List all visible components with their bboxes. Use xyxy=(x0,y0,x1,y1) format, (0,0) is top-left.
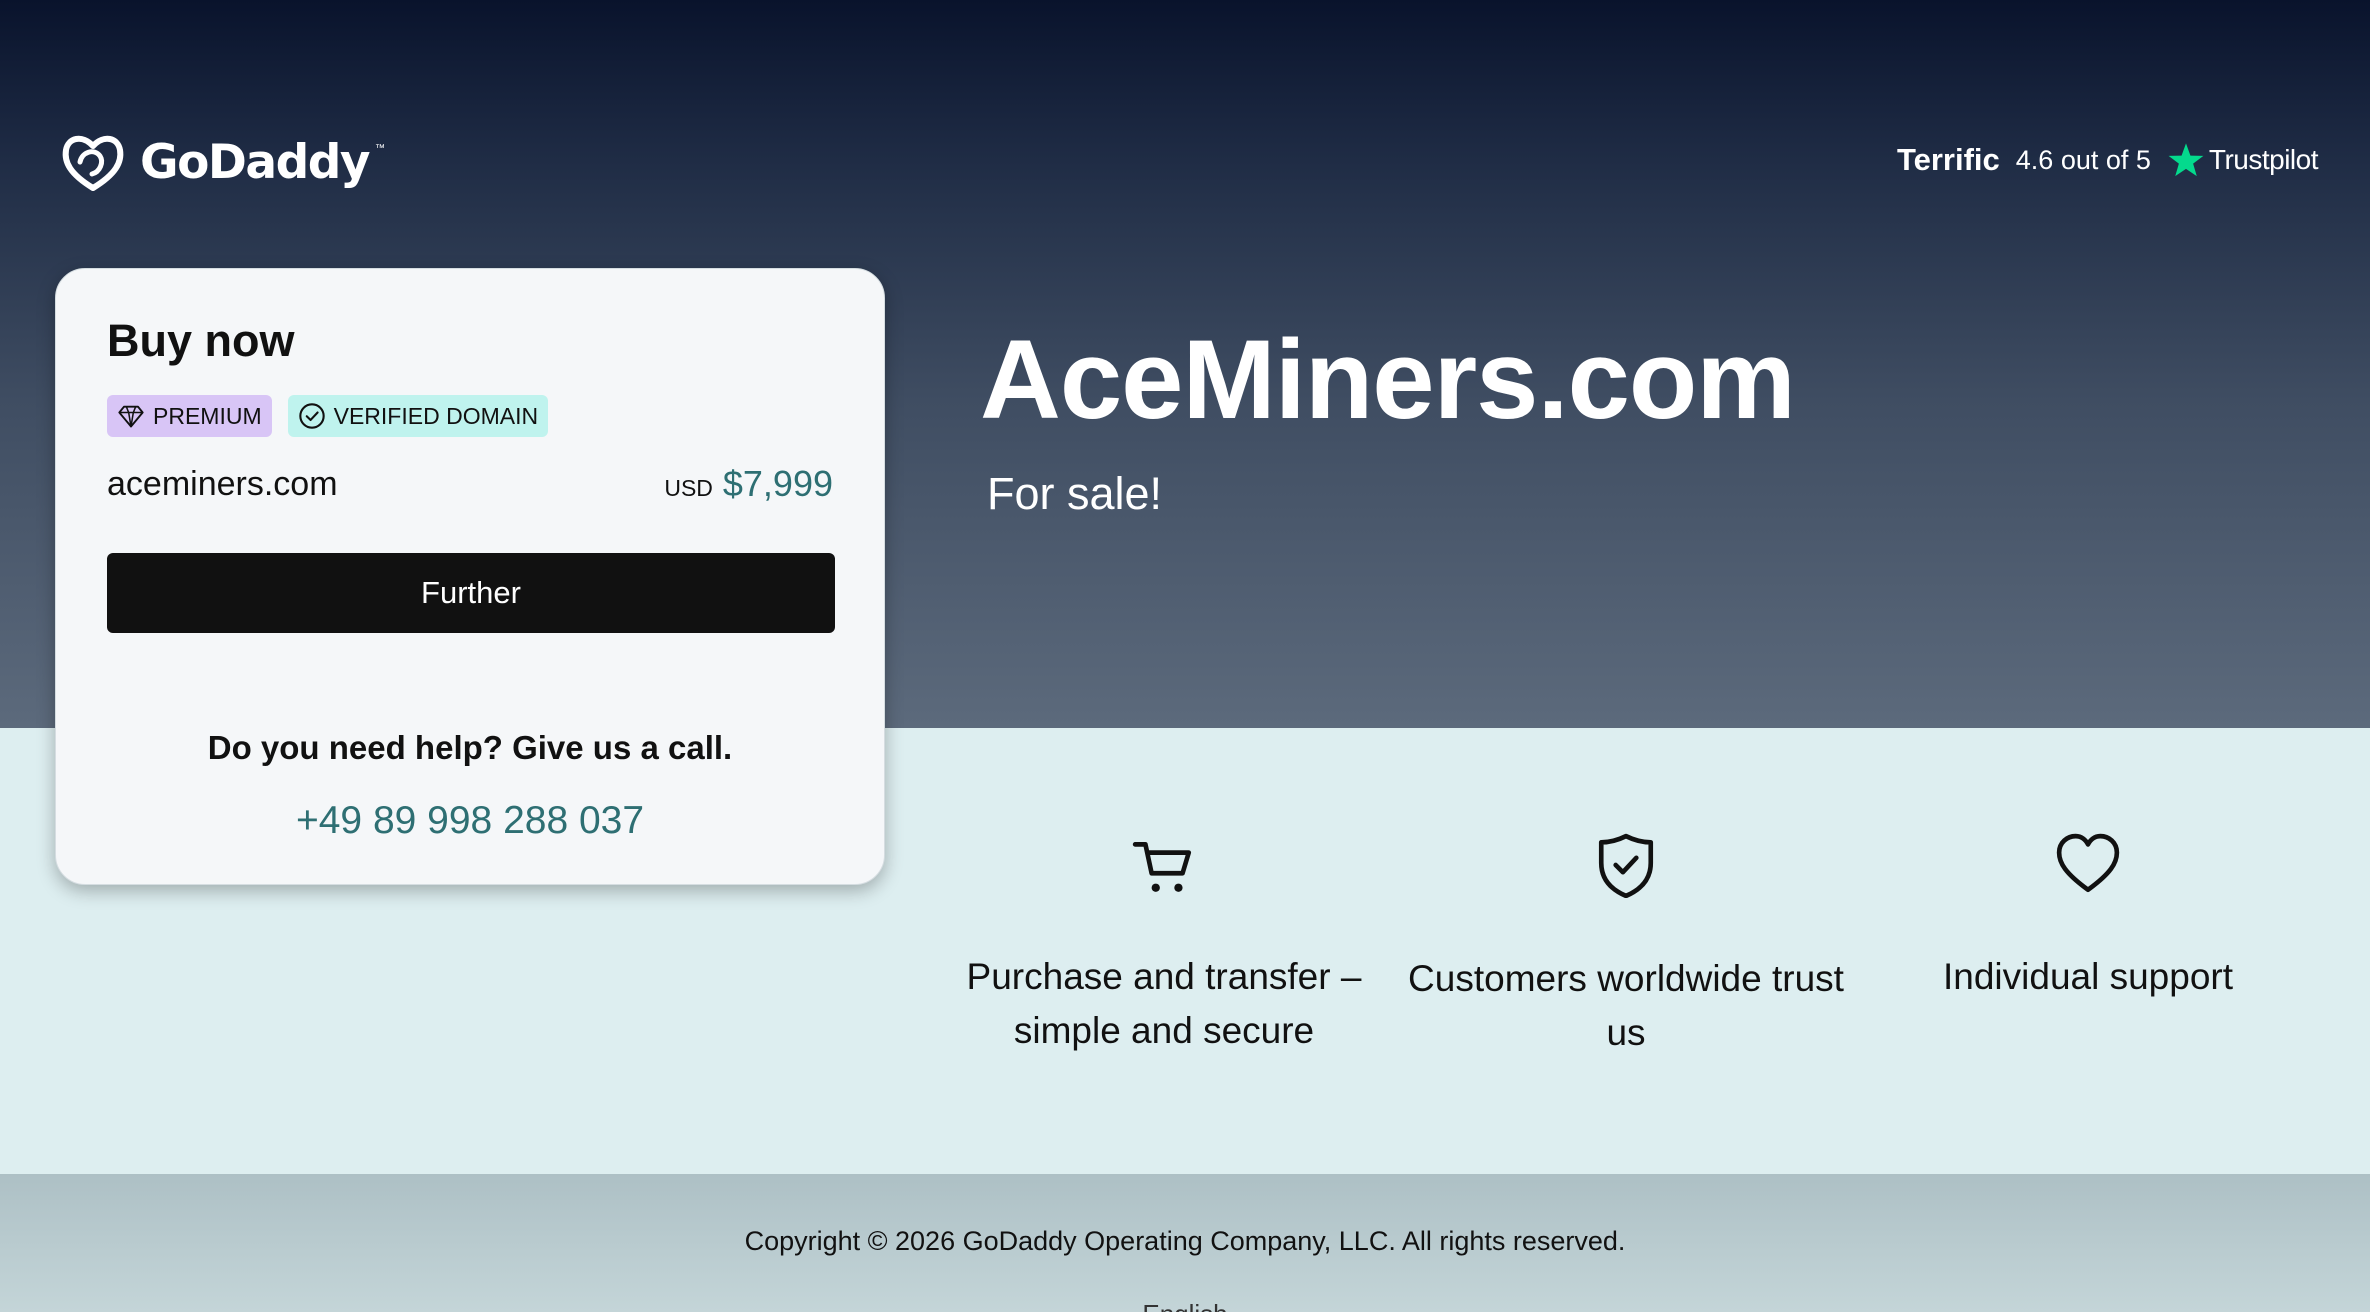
language-selector[interactable]: English xyxy=(0,1296,2370,1312)
godaddy-logo[interactable]: GoDaddy ™ xyxy=(60,130,393,194)
trustpilot-star-icon xyxy=(2168,143,2204,177)
price-value: $7,999 xyxy=(722,463,833,504)
heart-icon xyxy=(2056,833,2120,893)
trustpilot-rating[interactable]: Terrific 4.6 out of 5 Trustpilot xyxy=(1896,135,2319,185)
rating-score: 4.6 out of 5 xyxy=(2015,144,2151,175)
diamond-icon xyxy=(118,405,144,428)
rating-word: Terrific xyxy=(1896,142,2000,177)
shield-check-icon xyxy=(1598,833,1654,898)
premium-badge-label: PREMIUM xyxy=(153,402,262,429)
domain-price-row: aceminers.com USD $7,999 xyxy=(107,459,833,509)
copyright-text: Copyright © 2026 GoDaddy Operating Compa… xyxy=(744,1226,1626,1256)
badges: PREMIUM VERIFIED DOMAIN xyxy=(107,395,549,437)
currency: USD xyxy=(664,475,713,501)
verified-badge-label: VERIFIED DOMAIN xyxy=(333,402,539,429)
logo-wordmark: GoDaddy xyxy=(140,134,371,190)
domain-name: aceminers.com xyxy=(107,464,338,503)
premium-badge: PREMIUM xyxy=(107,395,272,437)
feature-text: Customers worldwide trust us xyxy=(1408,958,1844,1053)
cart-icon xyxy=(1132,842,1192,892)
godaddy-heart-icon xyxy=(62,135,124,191)
verified-domain-badge: VERIFIED DOMAIN xyxy=(287,395,549,437)
feature-support: Individual support xyxy=(1868,832,2308,1004)
feature-text: Purchase and transfer – simple and secur… xyxy=(966,956,1362,1051)
feature-text: Individual support xyxy=(1942,956,2234,997)
for-sale-subtitle: For sale! xyxy=(987,468,1163,519)
card-title: Buy now xyxy=(107,315,295,366)
phone-link[interactable]: +49 89 998 288 037 xyxy=(56,799,884,843)
buy-card: Buy now PREMIUM VERIFIED DOMAIN aceminer… xyxy=(55,268,885,885)
feature-purchase-transfer: Purchase and transfer – simple and secur… xyxy=(944,832,1384,1058)
feature-trust: Customers worldwide trust us xyxy=(1406,832,1846,1060)
help-text: Do you need help? Give us a call. xyxy=(207,729,733,766)
further-button[interactable]: Further xyxy=(107,553,835,633)
price: USD $7,999 xyxy=(664,463,833,505)
trustpilot-brand: Trustpilot xyxy=(2208,144,2319,175)
domain-title: AceMiners.com xyxy=(980,317,1796,442)
logo-trademark: ™ xyxy=(375,142,386,154)
check-circle-icon xyxy=(298,403,325,429)
